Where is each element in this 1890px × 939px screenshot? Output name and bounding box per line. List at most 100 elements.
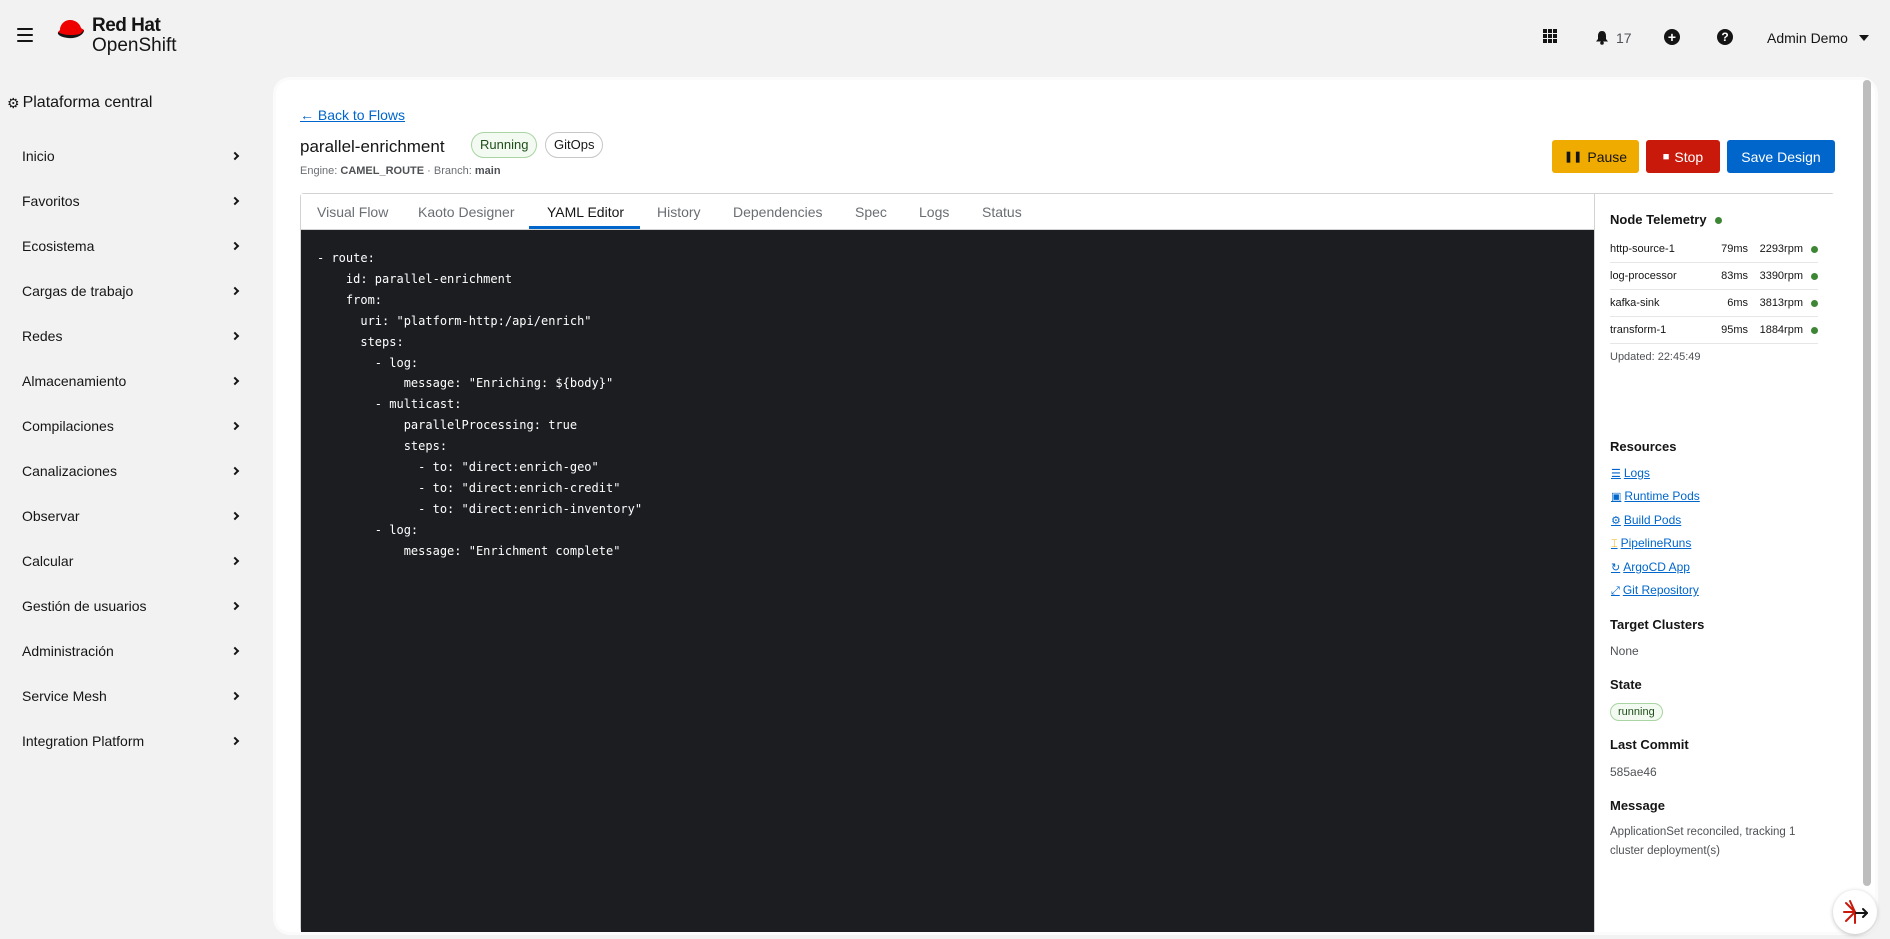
sidebar-item-redes[interactable]: Redes: [0, 314, 250, 358]
tab-dependencies[interactable]: Dependencies: [733, 194, 823, 230]
sidebar-item-label: Compilaciones: [22, 418, 114, 434]
sidebar-item-label: Inicio: [22, 148, 55, 164]
telemetry-updated: Updated: 22:45:49: [1610, 351, 1701, 363]
back-to-flows-link[interactable]: ← Back to Flows: [300, 107, 405, 123]
sidebar-item-calcular[interactable]: Calcular: [0, 539, 250, 583]
sidebar-item-favoritos[interactable]: Favoritos: [0, 179, 250, 223]
sidebar-item-gestion-de-usuarios[interactable]: Gestión de usuarios: [0, 584, 250, 628]
resource-link-build-pods[interactable]: ⚙ Build Pods: [1611, 513, 1681, 527]
build-icon: ⚙: [1611, 515, 1621, 527]
telemetry-title: Node Telemetry: [1610, 212, 1723, 227]
telemetry-title-text: Node Telemetry: [1610, 212, 1707, 227]
chevron-right-icon: [230, 241, 240, 251]
flow-meta: Engine: CAMEL_ROUTE · Branch: main: [300, 165, 501, 177]
tab-yaml-editor[interactable]: YAML Editor: [547, 194, 624, 230]
app-launcher-icon[interactable]: [1543, 29, 1557, 43]
pause-button-label: Pause: [1587, 148, 1628, 165]
chevron-right-icon: [230, 376, 240, 386]
node-name: transform-1: [1610, 324, 1667, 336]
masthead: Red Hat OpenShift 17 + ? Admin Demo: [0, 0, 1890, 72]
node-rpm: 3390rpm: [1759, 270, 1803, 282]
sidebar-item-label: Observar: [22, 508, 80, 524]
resource-link-runtime-pods[interactable]: ▣ Runtime Pods: [1611, 489, 1700, 503]
sidebar-item-label: Administración: [22, 643, 114, 659]
branch-label: · Branch:: [427, 165, 472, 177]
engine-value: CAMEL_ROUTE: [340, 165, 425, 177]
chevron-right-icon: [230, 691, 240, 701]
sidebar-item-label: Cargas de trabajo: [22, 283, 134, 299]
sidebar-item-integration-platform[interactable]: Integration Platform: [0, 719, 250, 763]
chevron-right-icon: [230, 466, 240, 476]
sync-icon: ↻: [1611, 562, 1621, 574]
tab-spec[interactable]: Spec: [855, 194, 887, 230]
notification-count[interactable]: 17: [1616, 30, 1632, 46]
sidebar-item-cargas-de-trabajo[interactable]: Cargas de trabajo: [0, 269, 250, 313]
tab-visual-flow[interactable]: Visual Flow: [317, 194, 388, 230]
resource-link-label: Runtime Pods: [1624, 489, 1700, 503]
save-design-button[interactable]: Save Design: [1727, 140, 1835, 173]
caret-down-icon: [1858, 35, 1869, 41]
user-menu[interactable]: Admin Demo: [1767, 30, 1869, 46]
brand-logo[interactable]: Red Hat OpenShift: [56, 16, 177, 56]
chevron-right-icon: [230, 556, 240, 566]
resources-title: Resources: [1610, 439, 1677, 454]
status-badge: Running: [471, 132, 538, 158]
resource-link-label: PipelineRuns: [1620, 536, 1692, 550]
tab-status[interactable]: Status: [982, 194, 1022, 230]
pause-button[interactable]: ❚❚ Pause: [1552, 140, 1639, 173]
page-title: parallel-enrichment: [300, 137, 445, 156]
help-icon[interactable]: ?: [1717, 29, 1733, 45]
brand-line-1: Red Hat: [92, 15, 161, 36]
engine-label: Engine:: [300, 165, 338, 177]
sidebar-item-observar[interactable]: Observar: [0, 494, 250, 538]
plus-circle-icon[interactable]: +: [1664, 29, 1680, 45]
assistant-fab[interactable]: [1833, 890, 1877, 934]
sidebar-item-label: Integration Platform: [22, 733, 145, 749]
sidebar-item-ecosistema[interactable]: Ecosistema: [0, 224, 250, 268]
message-label: Message: [1610, 798, 1665, 813]
sidebar-item-administracion[interactable]: Administración: [0, 629, 250, 673]
state-badge: running: [1610, 703, 1663, 721]
node-status-dot: [1811, 299, 1818, 307]
cogs-icon: ⚙: [7, 94, 20, 111]
user-name: Admin Demo: [1767, 30, 1848, 46]
node-name: http-source-1: [1610, 243, 1675, 255]
resource-link-argocd-app[interactable]: ↻ ArgoCD App: [1611, 560, 1690, 574]
perspective-switcher[interactable]: ⚙ Plataforma central: [7, 94, 152, 112]
branch-value: main: [474, 165, 501, 177]
tab-logs[interactable]: Logs: [919, 194, 949, 230]
sidebar-item-label: Calcular: [22, 553, 74, 569]
tab-history[interactable]: History: [657, 194, 701, 230]
sidebar-item-label: Ecosistema: [22, 238, 95, 254]
chevron-right-icon: [230, 196, 240, 206]
sidebar-item-service-mesh[interactable]: Service Mesh: [0, 674, 250, 718]
active-tab-indicator: [529, 226, 640, 229]
stop-icon: ■: [1662, 150, 1670, 163]
telemetry-row: http-source-1 79ms 2293rpm: [1610, 236, 1818, 263]
resource-link-logs[interactable]: ☰ Logs: [1611, 466, 1650, 480]
resource-link-pipelineruns[interactable]: ⌶ PipelineRuns: [1611, 536, 1691, 551]
resource-link-label: Logs: [1623, 466, 1650, 480]
brand-line-2: OpenShift: [92, 35, 177, 56]
sidebar-item-canalizaciones[interactable]: Canalizaciones: [0, 449, 250, 493]
pause-icon: ❚❚: [1563, 151, 1583, 163]
yaml-code[interactable]: - route: id: parallel-enrichment from: u…: [317, 248, 642, 562]
sidebar-item-almacenamiento[interactable]: Almacenamiento: [0, 359, 250, 403]
node-rpm: 1884rpm: [1759, 324, 1803, 336]
sidebar-item-label: Redes: [22, 328, 63, 344]
node-rpm: 3813rpm: [1759, 297, 1803, 309]
page-scrollbar[interactable]: [1863, 80, 1871, 886]
node-latency: 95ms: [1721, 324, 1748, 336]
menu-icon[interactable]: [17, 28, 33, 42]
telemetry-row: kafka-sink 6ms 3813rpm: [1610, 290, 1818, 317]
resource-link-git-repository[interactable]: ⤢ Git Repository: [1611, 583, 1699, 598]
chevron-right-icon: [230, 421, 240, 431]
tab-kaoto-designer[interactable]: Kaoto Designer: [418, 194, 515, 230]
node-rpm: 2293rpm: [1759, 243, 1803, 255]
sidebar-item-inicio[interactable]: Inicio: [0, 134, 250, 178]
list-icon: ☰: [1611, 468, 1621, 480]
bell-icon[interactable]: [1595, 30, 1609, 45]
sidebar-item-compilaciones[interactable]: Compilaciones: [0, 404, 250, 448]
last-commit-value: 585ae46: [1610, 765, 1657, 779]
stop-button[interactable]: ■ Stop: [1646, 140, 1720, 173]
